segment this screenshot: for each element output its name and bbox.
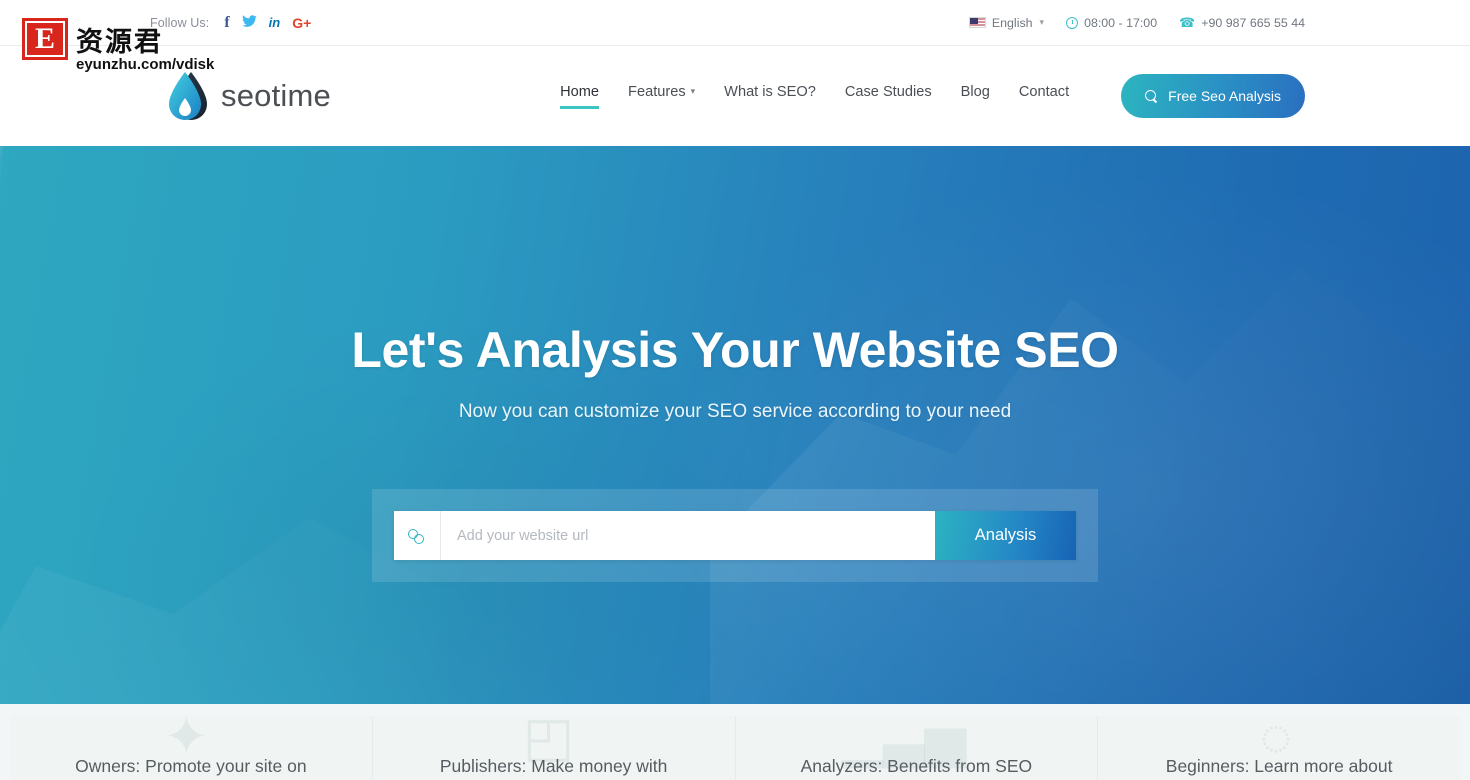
hero-content: Let's Analysis Your Website SEO Now you … (0, 146, 1470, 704)
website-analysis-form: Analysis (394, 511, 1076, 560)
hero-search-container: Analysis (372, 489, 1098, 582)
search-icon (1145, 89, 1158, 103)
main-navigation: Home Features ▾ What is SEO? Case Studie… (560, 84, 1069, 109)
brand-logo[interactable]: seotime (165, 70, 331, 122)
link-icon-box (394, 511, 441, 560)
link-icon (408, 528, 426, 544)
nav-label-case-studies: Case Studies (844, 83, 932, 100)
facebook-icon[interactable]: f (224, 14, 229, 31)
follow-us-label: Follow Us: (150, 15, 210, 30)
nav-item-blog[interactable]: Blog (961, 84, 990, 109)
card-title-owners: Owners: Promote your site on (75, 756, 307, 777)
card-title-analyzers: Analyzers: Benefits from SEO (800, 756, 1033, 777)
nav-item-home[interactable]: Home (560, 84, 599, 109)
site-header: seotime Home Features ▾ What is SEO? Cas… (0, 46, 1470, 146)
chevron-down-icon: ▾ (1039, 17, 1045, 27)
nav-label-contact: Contact (1018, 83, 1070, 100)
nav-item-contact[interactable]: Contact (1019, 84, 1069, 109)
business-hours: 08:00 - 17:00 (1066, 16, 1157, 30)
nav-item-case-studies[interactable]: Case Studies (845, 84, 932, 109)
phone-label: +90 987 665 55 44 (1201, 15, 1305, 30)
cta-label: Free Seo Analysis (1168, 88, 1281, 104)
googleplus-icon[interactable]: G+ (292, 16, 311, 30)
hours-label: 08:00 - 17:00 (1084, 15, 1158, 30)
language-label: English (991, 15, 1033, 30)
language-selector[interactable]: English ▾ (968, 15, 1045, 30)
nav-item-what-is-seo[interactable]: What is SEO? (724, 84, 816, 109)
twitter-bird-glyph (241, 15, 257, 27)
nav-label-what-is-seo: What is SEO? (724, 83, 816, 100)
card-owners[interactable]: ✦ Owners: Promote your site on (10, 716, 373, 780)
twitter-icon[interactable] (241, 15, 257, 30)
top-bar-right: English ▾ 08:00 - 17:00 ☎ +90 987 665 55… (968, 15, 1305, 31)
chevron-down-icon: ▾ (690, 86, 696, 96)
nav-item-features[interactable]: Features ▾ (628, 84, 695, 109)
us-flag-icon (968, 17, 986, 28)
nav-label-blog: Blog (960, 83, 990, 100)
phone-number[interactable]: ☎ +90 987 665 55 44 (1179, 15, 1305, 31)
card-beginners[interactable]: ◌ Beginners: Learn more about (1098, 716, 1460, 780)
water-drop-logo-icon (169, 72, 207, 120)
hero-title: Let's Analysis Your Website SEO (351, 322, 1119, 378)
phone-icon: ☎ (1179, 14, 1196, 30)
card-title-publishers: Publishers: Make money with (439, 756, 668, 777)
clock-icon (1066, 16, 1079, 29)
social-links: f in G+ (224, 14, 311, 31)
card-title-beginners: Beginners: Learn more about (1165, 756, 1393, 777)
website-url-input[interactable] (441, 511, 935, 560)
card-analyzers[interactable]: ▁▃▅ Analyzers: Benefits from SEO (735, 716, 1099, 780)
nav-label-home: Home (560, 83, 600, 100)
free-seo-analysis-button[interactable]: Free Seo Analysis (1121, 74, 1305, 118)
top-bar: Follow Us: f in G+ English ▾ 08:00 - 17:… (0, 0, 1470, 46)
hero-section: Let's Analysis Your Website SEO Now you … (0, 146, 1470, 704)
nav-label-features: Features (628, 83, 686, 100)
card-publishers[interactable]: ◰ Publishers: Make money with (372, 716, 736, 780)
hero-subtitle: Now you can customize your SEO service a… (458, 401, 1012, 422)
audience-cards-section: ✦ Owners: Promote your site on ◰ Publish… (0, 704, 1470, 780)
analysis-submit-button[interactable]: Analysis (935, 511, 1076, 560)
top-bar-left: Follow Us: f in G+ (150, 14, 311, 31)
linkedin-icon[interactable]: in (269, 16, 281, 29)
brand-name: seotime (221, 78, 331, 113)
